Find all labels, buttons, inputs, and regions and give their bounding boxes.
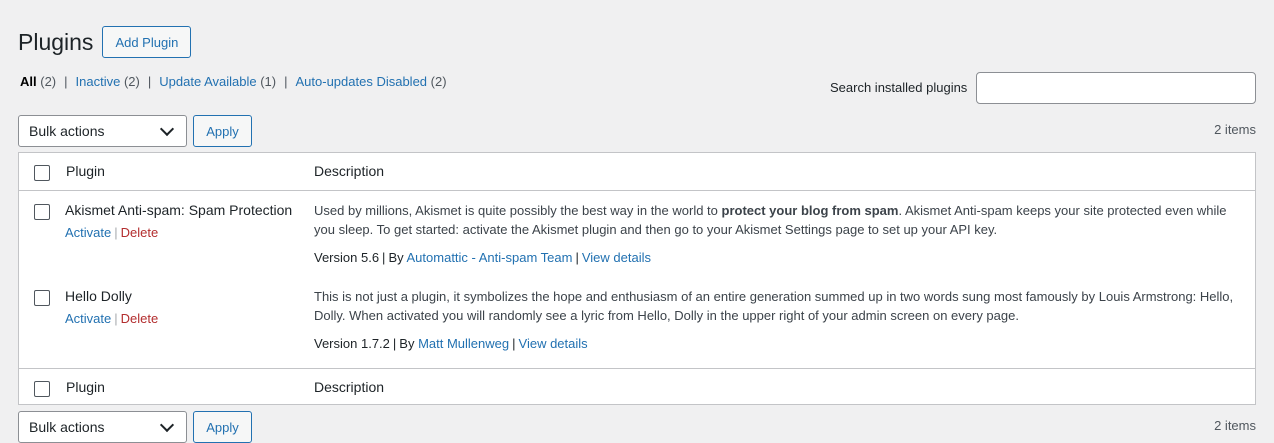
view-details-link[interactable]: View details: [582, 250, 651, 265]
select-all-checkbox-footer[interactable]: [34, 381, 50, 397]
filter-update-available-count: (1): [260, 74, 277, 89]
plugin-description: This is not just a plugin, it symbolizes…: [314, 287, 1244, 325]
add-plugin-button[interactable]: Add Plugin: [102, 26, 192, 58]
plugin-version: Version 1.7.2: [314, 336, 390, 351]
table-row: Hello Dolly Activate | Delete This is not …: [19, 277, 1255, 367]
description-bold-text: protect your blog from spam: [721, 203, 899, 218]
plugin-name: Hello Dolly: [65, 288, 132, 304]
filter-all-label[interactable]: All: [20, 74, 37, 89]
description-text: This is not just a plugin, it symbolizes…: [314, 289, 1234, 323]
filter-separator: |: [284, 74, 288, 89]
filter-inactive-count: (2): [123, 74, 140, 89]
author-link[interactable]: Matt Mullenweg: [418, 336, 509, 351]
select-all-checkbox[interactable]: [34, 165, 50, 181]
bulk-actions-select-bottom[interactable]: Bulk actions: [18, 411, 187, 443]
items-count-top: 2 items: [1214, 122, 1256, 137]
plugin-version: Version 5.6: [314, 250, 380, 265]
filter-inactive[interactable]: Inactive (2): [76, 74, 140, 89]
filter-auto-updates-disabled-label[interactable]: Auto-updates Disabled: [296, 74, 428, 89]
table-header: Plugin Description: [19, 153, 1255, 191]
column-footer-description: Description: [314, 379, 385, 395]
meta-separator: |: [512, 336, 516, 351]
delete-link[interactable]: Delete: [121, 225, 159, 240]
meta-separator: |: [392, 336, 397, 351]
plugin-meta: Version 5.6 | By Automattic - Anti-spam Te…: [314, 250, 651, 265]
column-header-description: Description: [314, 163, 385, 179]
plugins-table: Plugin Description Akismet Anti-spam: Sp…: [18, 152, 1256, 405]
apply-button-bottom[interactable]: Apply: [193, 411, 252, 443]
author-link[interactable]: Automattic - Anti-spam Team: [407, 250, 573, 265]
by-label: By: [399, 336, 415, 351]
meta-separator: |: [575, 250, 579, 265]
chevron-down-icon: [159, 417, 175, 433]
page-title: Plugins: [18, 29, 94, 55]
table-row: Akismet Anti-spam: Spam Protection Activ…: [19, 191, 1255, 277]
filter-separator: |: [64, 74, 68, 89]
apply-button-top[interactable]: Apply: [193, 115, 252, 147]
plugin-status-filters: All (2) | Inactive (2) | Update Availabl…: [20, 74, 447, 89]
row-actions: Activate | Delete: [65, 225, 158, 240]
search-input[interactable]: [976, 72, 1256, 104]
delete-link[interactable]: Delete: [121, 311, 159, 326]
meta-separator: |: [382, 250, 386, 265]
activate-link[interactable]: Activate: [65, 225, 111, 240]
action-separator: |: [114, 311, 118, 326]
bulk-actions-value: Bulk actions: [29, 419, 105, 435]
activate-link[interactable]: Activate: [65, 311, 111, 326]
action-separator: |: [114, 225, 118, 240]
filter-update-available-label[interactable]: Update Available: [159, 74, 256, 89]
filter-update-available[interactable]: Update Available (1): [159, 74, 276, 89]
filter-auto-updates-disabled-count: (2): [430, 74, 447, 89]
page-header: Plugins Add Plugin: [18, 26, 192, 58]
filter-all-count: (2): [40, 74, 57, 89]
row-checkbox[interactable]: [34, 290, 50, 306]
search-label: Search installed plugins: [830, 80, 968, 95]
chevron-down-icon: [159, 121, 175, 137]
filter-separator: |: [147, 74, 152, 89]
bulk-actions-value: Bulk actions: [29, 123, 105, 139]
filter-inactive-label[interactable]: Inactive: [76, 74, 121, 89]
plugin-meta: Version 1.7.2 | By Matt Mullenweg | View det…: [314, 336, 588, 351]
view-details-link[interactable]: View details: [519, 336, 588, 351]
plugin-name: Akismet Anti-spam: Spam Protection: [65, 202, 293, 218]
filter-all[interactable]: All (2): [20, 74, 56, 89]
bulk-actions-select-top[interactable]: Bulk actions: [18, 115, 187, 147]
table-footer: Plugin Description: [19, 368, 1255, 406]
by-label: By: [388, 250, 404, 265]
column-footer-plugin[interactable]: Plugin: [66, 379, 105, 395]
column-header-plugin[interactable]: Plugin: [66, 163, 105, 179]
row-actions: Activate | Delete: [65, 311, 158, 326]
filter-auto-updates-disabled[interactable]: Auto-updates Disabled (2): [296, 74, 447, 89]
items-count-bottom: 2 items: [1214, 418, 1256, 433]
plugin-description: Used by millions, Akismet is quite possi…: [314, 201, 1244, 239]
row-checkbox[interactable]: [34, 204, 50, 220]
description-text: Used by millions, Akismet is quite possi…: [314, 203, 722, 218]
